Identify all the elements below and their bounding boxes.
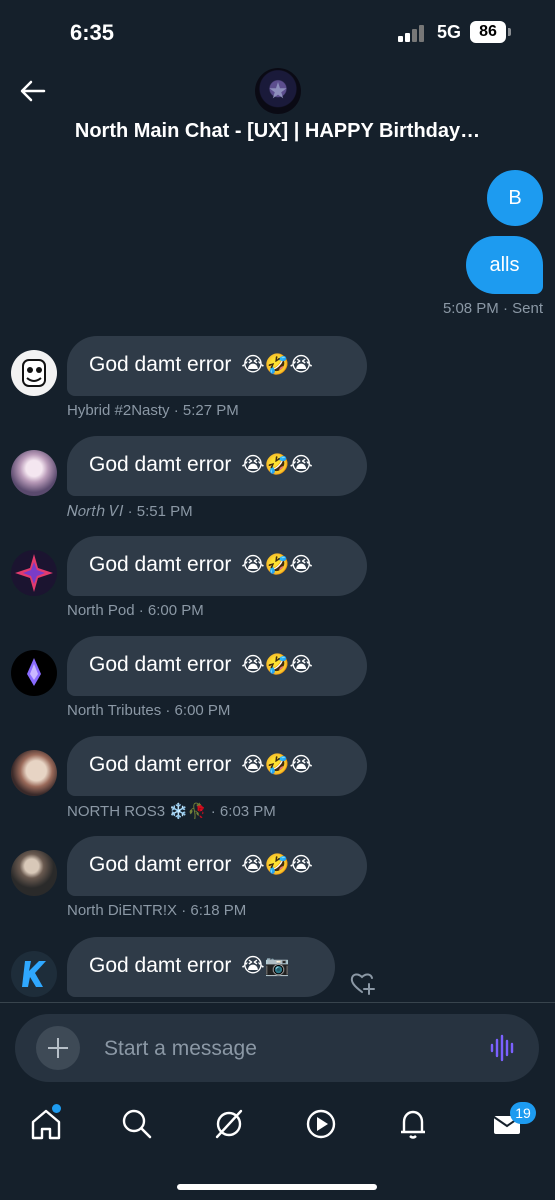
voice-message-icon[interactable] — [489, 1034, 517, 1062]
sent-message-bubble[interactable]: alls — [466, 236, 543, 294]
avatar[interactable] — [11, 650, 57, 696]
message-row: God damt error 😭🤣😭 Hybrid #2Nasty · 5:27… — [0, 336, 555, 436]
message-row: God damt error 😭🤣😭 𝑁𝑜𝑟𝑡ℎ 𝑉𝐼 · 5:51 PM — [0, 436, 555, 536]
network-type: 5G — [437, 22, 462, 42]
sender-name[interactable]: North Tributes — [67, 702, 161, 719]
emoji-group: 😭🤣😭 — [241, 654, 313, 676]
message-text: God damt error — [89, 553, 232, 576]
back-arrow-icon[interactable] — [18, 76, 48, 106]
message-bubble[interactable]: God damt error 😭🤣😭 — [67, 436, 367, 496]
home-notification-dot — [52, 1104, 61, 1113]
chat-title[interactable]: North Main Chat - [UX] | HAPPY Birthday… — [0, 120, 555, 143]
sent-message-bubble[interactable]: B — [487, 170, 543, 226]
emoji-group: 😭🤣😭 — [241, 454, 313, 476]
sender-name[interactable]: NORTH ROS3 ❄️🥀 — [67, 803, 207, 820]
avatar[interactable] — [11, 350, 57, 396]
message-text: God damt error — [89, 453, 232, 476]
signal-icon — [398, 24, 428, 42]
avatar[interactable] — [11, 450, 57, 496]
message-time: · 5:51 PM — [127, 503, 193, 520]
battery-tip — [508, 28, 511, 36]
message-text: God damt error — [89, 753, 232, 776]
message-bubble[interactable]: God damt error 😭🤣😭 — [67, 536, 367, 596]
message-time: · 6:00 PM — [165, 702, 231, 719]
message-row: God damt error 😭🤣😭 North Tributes · 6:00… — [0, 636, 555, 736]
message-input[interactable] — [102, 1014, 476, 1084]
emoji-group: 😭🤣😭 — [241, 554, 313, 576]
message-time: · 6:18 PM — [181, 902, 247, 919]
message-composer — [15, 1014, 539, 1084]
add-reaction-icon[interactable] — [348, 969, 376, 997]
message-text: God damt error — [89, 954, 232, 977]
message-row: God damt error 😭🤣😭 North DiENTR!X · 6:18… — [0, 836, 555, 936]
sender-name[interactable]: North DiENTR!X — [67, 902, 177, 919]
message-bubble[interactable]: God damt error 😭🤣😭 — [67, 836, 367, 896]
message-text: God damt error — [89, 353, 232, 376]
avatar[interactable] — [11, 550, 57, 596]
message-bubble[interactable]: God damt error 😭🤣😭 — [67, 736, 367, 796]
message-text: God damt error — [89, 853, 232, 876]
message-bubble[interactable]: God damt error 😭📷 — [67, 937, 335, 997]
sender-name[interactable]: North Pod — [67, 602, 135, 619]
group-avatar[interactable] — [255, 68, 301, 114]
play-icon[interactable] — [301, 1104, 341, 1144]
chat-header: North Main Chat - [UX] | HAPPY Birthday… — [0, 66, 555, 156]
emoji-group: 😭📷 — [241, 955, 290, 977]
sender-name[interactable]: 𝑁𝑜𝑟𝑡ℎ 𝑉𝐼 — [67, 503, 123, 520]
search-icon[interactable] — [117, 1104, 157, 1144]
status-bar: 6:35 5G 86 — [0, 0, 555, 66]
message-row: God damt error 😭🤣😭 NORTH ROS3 ❄️🥀 · 6:03… — [0, 736, 555, 836]
avatar[interactable] — [11, 750, 57, 796]
divider — [0, 1002, 555, 1003]
message-time: · 5:27 PM — [173, 402, 239, 419]
bell-icon[interactable] — [393, 1104, 433, 1144]
tab-bar — [0, 1090, 555, 1160]
message-bubble[interactable]: God damt error 😭🤣😭 — [67, 636, 367, 696]
emoji-group: 😭🤣😭 — [241, 854, 313, 876]
emoji-group: 😭🤣😭 — [241, 354, 313, 376]
avatar[interactable] — [11, 951, 57, 997]
sent-timestamp: 5:08 PM · Sent — [442, 300, 543, 317]
avatar[interactable] — [11, 850, 57, 896]
add-media-button[interactable] — [36, 1026, 80, 1070]
message-text: God damt error — [89, 653, 232, 676]
emoji-group: 😭🤣😭 — [241, 754, 313, 776]
message-row: God damt error 😭🤣😭 North Pod · 6:00 PM — [0, 536, 555, 636]
message-bubble[interactable]: God damt error 😭🤣😭 — [67, 336, 367, 396]
home-indicator — [177, 1184, 377, 1190]
message-time: · 6:00 PM — [138, 602, 204, 619]
message-time: · 6:03 PM — [210, 803, 276, 820]
grok-icon[interactable] — [209, 1104, 249, 1144]
sender-name[interactable]: Hybrid #2Nasty — [67, 402, 170, 419]
battery-icon: 86 — [470, 21, 506, 43]
mail-badge: 19 — [510, 1102, 536, 1124]
status-time: 6:35 — [70, 20, 115, 45]
